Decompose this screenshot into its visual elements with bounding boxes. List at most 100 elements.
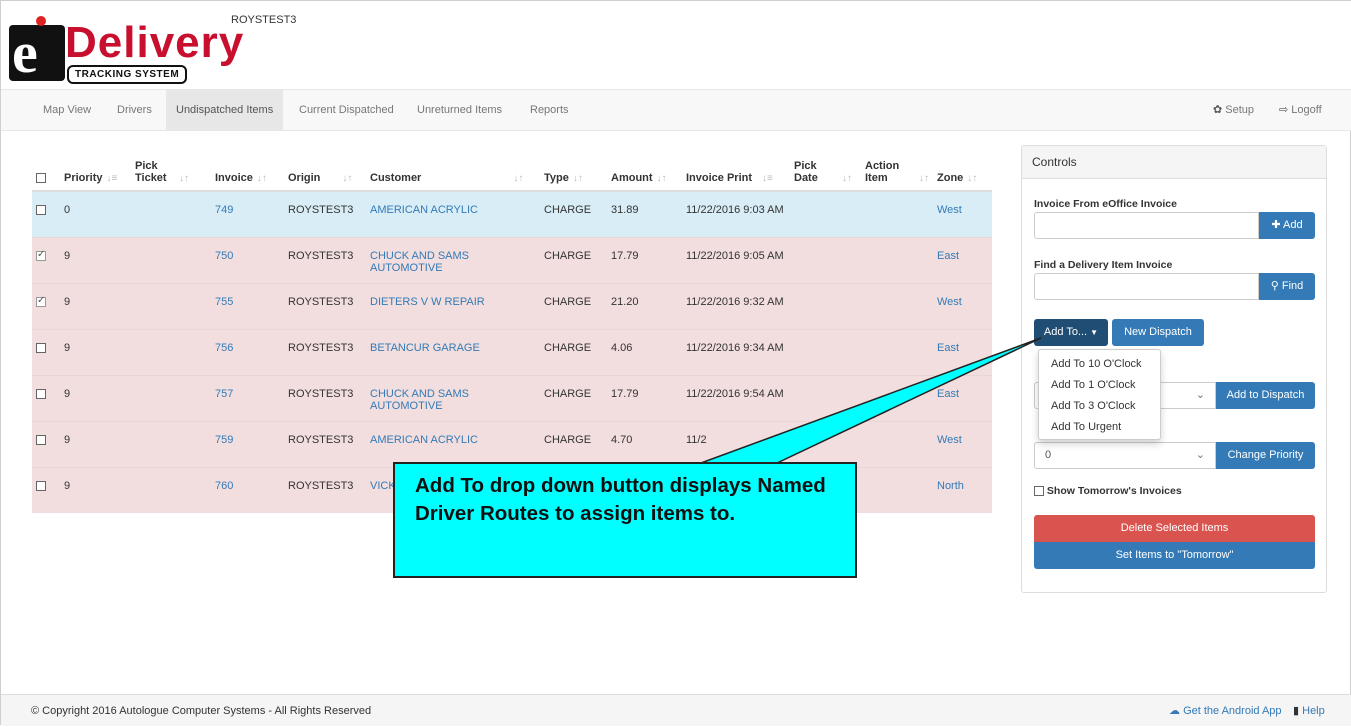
page-footer: © Copyright 2016 Autologue Computer Syst…: [1, 694, 1351, 726]
android-app-link[interactable]: ☁ Get the Android App: [1169, 695, 1282, 727]
invoice-from-label: Invoice From eOffice Invoice: [1034, 198, 1177, 210]
edelivery-logo[interactable]: e Delivery TRACKING SYSTEM: [9, 13, 243, 89]
zone-link[interactable]: West: [933, 420, 992, 467]
nav-drivers[interactable]: Drivers: [107, 90, 162, 131]
row-checkbox[interactable]: [36, 205, 46, 216]
pick-ticket-cell: [131, 190, 211, 237]
nav-map-view[interactable]: Map View: [33, 90, 101, 131]
logo-e-letter: e: [12, 20, 38, 85]
add-to-dispatch-button[interactable]: Add to Dispatch: [1216, 382, 1315, 409]
customer-link[interactable]: CHUCK AND SAMS AUTOMOTIVE: [366, 374, 540, 421]
zone-link[interactable]: East: [933, 374, 992, 421]
col-priority[interactable]: Priority ↓≡: [60, 156, 131, 192]
customer-link[interactable]: BETANCUR GARAGE: [366, 328, 540, 375]
customer-link[interactable]: DIETERS V W REPAIR: [366, 282, 540, 329]
row-select-cell[interactable]: [32, 236, 60, 283]
chevron-down-icon: ⌄: [1195, 389, 1205, 401]
col-origin-label: Origin: [288, 172, 321, 184]
zone-link[interactable]: East: [933, 328, 992, 375]
action-item-cell: [861, 190, 933, 237]
nav-reports[interactable]: Reports: [520, 90, 579, 131]
invoice-link[interactable]: 755: [211, 282, 284, 329]
invoice-link[interactable]: 750: [211, 236, 284, 283]
col-zone[interactable]: Zone ↓↑: [933, 156, 992, 192]
col-type[interactable]: Type ↓↑: [540, 156, 607, 192]
find-invoice-button[interactable]: ⚲ Find: [1259, 273, 1315, 300]
pick-date-cell: [790, 374, 861, 421]
setup-link[interactable]: ✿ Setup: [1213, 90, 1254, 131]
col-action-item[interactable]: Action Item ↓↑: [861, 156, 933, 192]
add-to-dropdown-button[interactable]: Add To... ▼: [1034, 319, 1108, 346]
priority-select[interactable]: 0 ⌄: [1034, 442, 1216, 469]
find-invoice-input[interactable]: [1034, 273, 1259, 300]
invoice-link[interactable]: 756: [211, 328, 284, 375]
table-row[interactable]: 9 757 ROYSTEST3 CHUCK AND SAMS AUTOMOTIV…: [32, 374, 992, 421]
col-pick-ticket[interactable]: Pick Ticket ↓↑: [131, 156, 211, 192]
show-tomorrow-toggle[interactable]: Show Tomorrow's Invoices: [1034, 485, 1182, 497]
amount-cell: 17.79: [607, 236, 682, 283]
invoice-link[interactable]: 749: [211, 190, 284, 237]
row-checkbox[interactable]: [36, 342, 46, 353]
zone-link[interactable]: West: [933, 282, 992, 329]
amount-cell: 4.06: [607, 328, 682, 375]
logoff-link[interactable]: ⇨ Logoff: [1279, 90, 1322, 131]
row-checkbox[interactable]: [36, 388, 46, 399]
help-link[interactable]: ▮ Help: [1293, 695, 1325, 727]
invoice-link[interactable]: 759: [211, 420, 284, 467]
chevron-down-icon: ⌄: [1195, 449, 1205, 461]
zone-link[interactable]: East: [933, 236, 992, 283]
table-row[interactable]: 9 750 ROYSTEST3 CHUCK AND SAMS AUTOMOTIV…: [32, 236, 992, 283]
select-all-checkbox[interactable]: [36, 173, 46, 184]
show-tomorrow-checkbox[interactable]: [1034, 486, 1044, 497]
dropdown-item-10-oclock[interactable]: Add To 10 O'Clock: [1039, 354, 1160, 375]
col-invoice-print[interactable]: Invoice Print ↓≡: [682, 156, 790, 192]
delete-selected-button[interactable]: Delete Selected Items: [1034, 515, 1315, 542]
row-select-cell[interactable]: [32, 466, 60, 513]
android-icon: ☁: [1169, 705, 1180, 717]
invoice-link[interactable]: 757: [211, 374, 284, 421]
nav-unreturned-items[interactable]: Unreturned Items: [407, 90, 512, 131]
col-pick-date[interactable]: Pick Date ↓↑: [790, 156, 861, 192]
row-checkbox[interactable]: [36, 295, 46, 307]
row-select-cell[interactable]: [32, 420, 60, 467]
dropdown-item-3-oclock[interactable]: Add To 3 O'Clock: [1039, 396, 1160, 417]
row-select-cell[interactable]: [32, 282, 60, 329]
col-origin[interactable]: Origin ↓↑: [284, 156, 366, 192]
row-select-cell[interactable]: [32, 328, 60, 375]
row-select-cell[interactable]: [32, 374, 60, 421]
zone-link[interactable]: North: [933, 466, 992, 513]
col-invoice[interactable]: Invoice ↓↑: [211, 156, 284, 192]
row-checkbox[interactable]: [36, 249, 46, 261]
add-invoice-button[interactable]: ✚ Add: [1259, 212, 1315, 239]
sort-icon: ↓↑: [967, 173, 978, 184]
nav-undispatched-items[interactable]: Undispatched Items: [166, 90, 284, 131]
invoice-link[interactable]: 760: [211, 466, 284, 513]
priority-cell: 9: [60, 420, 131, 467]
col-customer[interactable]: Customer ↓↑: [366, 156, 540, 192]
col-customer-label: Customer: [370, 172, 422, 184]
customer-link[interactable]: CHUCK AND SAMS AUTOMOTIVE: [366, 236, 540, 283]
new-dispatch-button[interactable]: New Dispatch: [1112, 319, 1204, 346]
table-row[interactable]: 9 759 ROYSTEST3 AMERICAN ACRYLIC CHARGE …: [32, 420, 992, 467]
nav-current-dispatched[interactable]: Current Dispatched: [289, 90, 404, 131]
row-select-cell[interactable]: [32, 190, 60, 237]
change-priority-button[interactable]: Change Priority: [1216, 442, 1315, 469]
dropdown-item-1-oclock[interactable]: Add To 1 O'Clock: [1039, 375, 1160, 396]
zone-link[interactable]: West: [933, 190, 992, 237]
customer-link[interactable]: AMERICAN ACRYLIC: [366, 420, 540, 467]
customer-link[interactable]: AMERICAN ACRYLIC: [366, 190, 540, 237]
row-checkbox[interactable]: [36, 434, 46, 445]
add-to-label: Add To...: [1043, 326, 1088, 338]
select-all-header[interactable]: [32, 156, 60, 192]
table-row[interactable]: 9 755 ROYSTEST3 DIETERS V W REPAIR CHARG…: [32, 282, 992, 329]
table-row[interactable]: 9 756 ROYSTEST3 BETANCUR GARAGE CHARGE 4…: [32, 328, 992, 375]
eoffice-invoice-input[interactable]: [1034, 212, 1259, 239]
row-checkbox[interactable]: [36, 480, 46, 491]
table-row[interactable]: 0 749 ROYSTEST3 AMERICAN ACRYLIC CHARGE …: [32, 190, 992, 237]
main-nav: Map View Drivers Undispatched Items Curr…: [1, 89, 1351, 131]
logo-dot: [36, 16, 46, 26]
dropdown-item-urgent[interactable]: Add To Urgent: [1039, 417, 1160, 438]
col-amount[interactable]: Amount ↓↑: [607, 156, 682, 192]
set-tomorrow-button[interactable]: Set Items to "Tomorrow": [1034, 542, 1315, 569]
invoice-print-cell: 11/2: [682, 420, 790, 467]
